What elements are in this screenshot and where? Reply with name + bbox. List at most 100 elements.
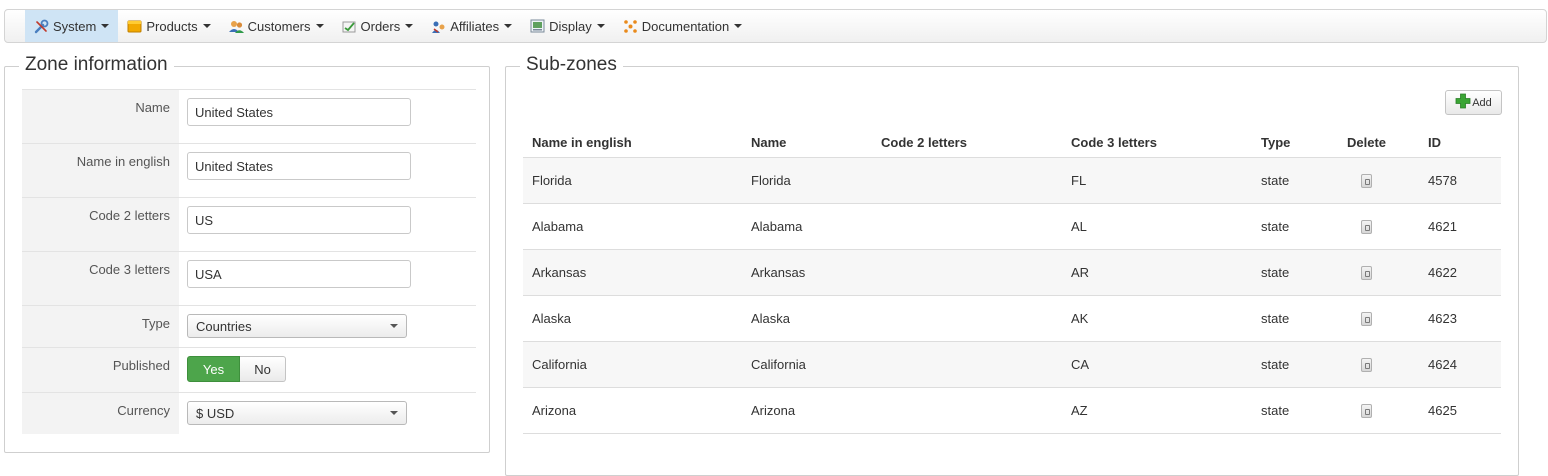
cell-type: state — [1261, 219, 1290, 234]
column-header-id[interactable]: ID — [1419, 135, 1501, 150]
code2-field-cell: US — [179, 198, 476, 251]
trash-icon[interactable] — [1361, 173, 1372, 188]
chevron-down-icon — [390, 324, 398, 328]
chevron-down-icon — [734, 24, 743, 28]
cell-code3: FL — [1071, 173, 1087, 188]
cell-code3: AL — [1071, 219, 1087, 234]
published-toggle: Yes No — [187, 356, 476, 382]
cell-name-english[interactable]: Florida — [523, 173, 742, 188]
trash-icon[interactable] — [1361, 219, 1372, 234]
form-row-currency: Currency $ USD — [22, 392, 476, 434]
column-header-delete: Delete — [1347, 134, 1387, 150]
code3-field-cell: USA — [179, 252, 476, 305]
trash-icon[interactable] — [1361, 403, 1372, 418]
chevron-down-icon — [504, 24, 513, 28]
name-input[interactable]: United States — [187, 98, 411, 126]
trash-icon[interactable] — [1361, 311, 1372, 326]
top-menu-bar: System Products Customers Orders Affilia… — [4, 9, 1547, 43]
table-body: Florida Florida FL state 4578 Alabama Al… — [523, 158, 1501, 434]
code2-input[interactable]: US — [187, 206, 411, 234]
cell-name: Florida — [751, 173, 791, 188]
cell-name-english[interactable]: Alabama — [523, 219, 742, 234]
sub-zones-legend: Sub-zones — [520, 54, 623, 76]
box-icon — [127, 19, 142, 34]
table-row[interactable]: Arkansas Arkansas AR state 4622 — [523, 250, 1501, 296]
subzones-table: Name in english Name Code 2 letters Code… — [523, 127, 1501, 434]
column-header-name[interactable]: Name — [742, 135, 872, 150]
form-row-type: Type Countries — [22, 305, 476, 347]
menu-orders[interactable]: Orders — [333, 10, 423, 42]
cell-id: 4578 — [1428, 173, 1457, 188]
menu-label: Products — [146, 18, 198, 34]
currency-field-cell: $ USD — [179, 393, 476, 434]
menu-documentation[interactable]: Documentation — [614, 10, 751, 42]
currency-label: Currency — [22, 393, 179, 434]
cell-id: 4623 — [1428, 311, 1457, 326]
cell-name: California — [751, 357, 806, 372]
type-label: Type — [22, 306, 179, 347]
cell-delete — [1338, 403, 1419, 418]
published-field-cell: Yes No — [179, 348, 476, 392]
zone-form: Name United States Name in english Unite… — [22, 89, 476, 434]
trash-icon[interactable] — [1361, 357, 1372, 372]
code2-label: Code 2 letters — [22, 198, 179, 251]
menu-label: Customers — [247, 18, 311, 34]
name-field-cell: United States — [179, 90, 476, 143]
currency-select[interactable]: $ USD — [187, 401, 407, 425]
type-select-value: Countries — [196, 318, 252, 334]
cell-type: state — [1261, 311, 1290, 326]
zone-information-panel: Zone information Name United States Name… — [4, 54, 490, 453]
column-header-code3[interactable]: Code 3 letters — [1062, 135, 1252, 150]
table-header: Name in english Name Code 2 letters Code… — [523, 127, 1501, 158]
table-row[interactable]: Alaska Alaska AK state 4623 — [523, 296, 1501, 342]
trash-icon[interactable] — [1361, 265, 1372, 280]
chevron-down-icon — [101, 24, 110, 28]
form-row-published: Published Yes No — [22, 347, 476, 392]
table-row[interactable]: Arizona Arizona AZ state 4625 — [523, 388, 1501, 434]
display-icon — [530, 19, 545, 34]
currency-select-value: $ USD — [196, 405, 235, 421]
name-english-input[interactable]: United States — [187, 152, 411, 180]
type-field-cell: Countries — [179, 306, 476, 347]
menu-customers[interactable]: Customers — [220, 10, 333, 42]
menu-system[interactable]: System — [25, 10, 119, 42]
column-header-type[interactable]: Type — [1252, 135, 1338, 150]
table-row[interactable]: Alabama Alabama AL state 4621 — [523, 204, 1501, 250]
name-label: Name — [22, 90, 179, 143]
chevron-down-icon — [390, 411, 398, 415]
cell-code3: AR — [1071, 265, 1090, 280]
menu-display[interactable]: Display — [521, 10, 614, 42]
affiliates-icon — [431, 19, 446, 34]
chevron-down-icon — [405, 24, 414, 28]
cell-name-english[interactable]: Arkansas — [523, 265, 742, 280]
cell-code3: AZ — [1071, 403, 1088, 418]
zone-information-legend: Zone information — [19, 54, 174, 76]
cell-name-english[interactable]: Alaska — [523, 311, 742, 326]
type-select[interactable]: Countries — [187, 314, 407, 338]
table-row[interactable]: California California CA state 4624 — [523, 342, 1501, 388]
cell-name-english[interactable]: Arizona — [523, 403, 742, 418]
menu-label: Documentation — [641, 18, 730, 34]
table-row[interactable]: Florida Florida FL state 4578 — [523, 158, 1501, 204]
published-label: Published — [22, 348, 179, 392]
form-row-code3: Code 3 letters USA — [22, 251, 476, 305]
cell-name-english[interactable]: California — [523, 357, 742, 372]
menu-affiliates[interactable]: Affiliates — [422, 10, 521, 42]
menu-label: Display — [549, 18, 592, 34]
plus-icon — [1455, 93, 1471, 112]
published-yes-button[interactable]: Yes — [187, 356, 240, 382]
cell-id: 4621 — [1428, 219, 1457, 234]
cell-code3: AK — [1071, 311, 1089, 326]
cell-type: state — [1261, 357, 1290, 372]
column-header-name-english[interactable]: Name in english — [523, 135, 742, 150]
published-no-button[interactable]: No — [240, 356, 286, 382]
code3-input[interactable]: USA — [187, 260, 411, 288]
wrench-icon — [34, 19, 49, 34]
menu-products[interactable]: Products — [118, 10, 219, 42]
cell-name: Arizona — [751, 403, 796, 418]
column-header-code2[interactable]: Code 2 letters — [872, 135, 1062, 150]
cell-type: state — [1261, 173, 1290, 188]
cell-type: state — [1261, 403, 1290, 418]
add-subzone-button[interactable]: Add — [1445, 90, 1502, 115]
orders-icon — [342, 19, 357, 34]
